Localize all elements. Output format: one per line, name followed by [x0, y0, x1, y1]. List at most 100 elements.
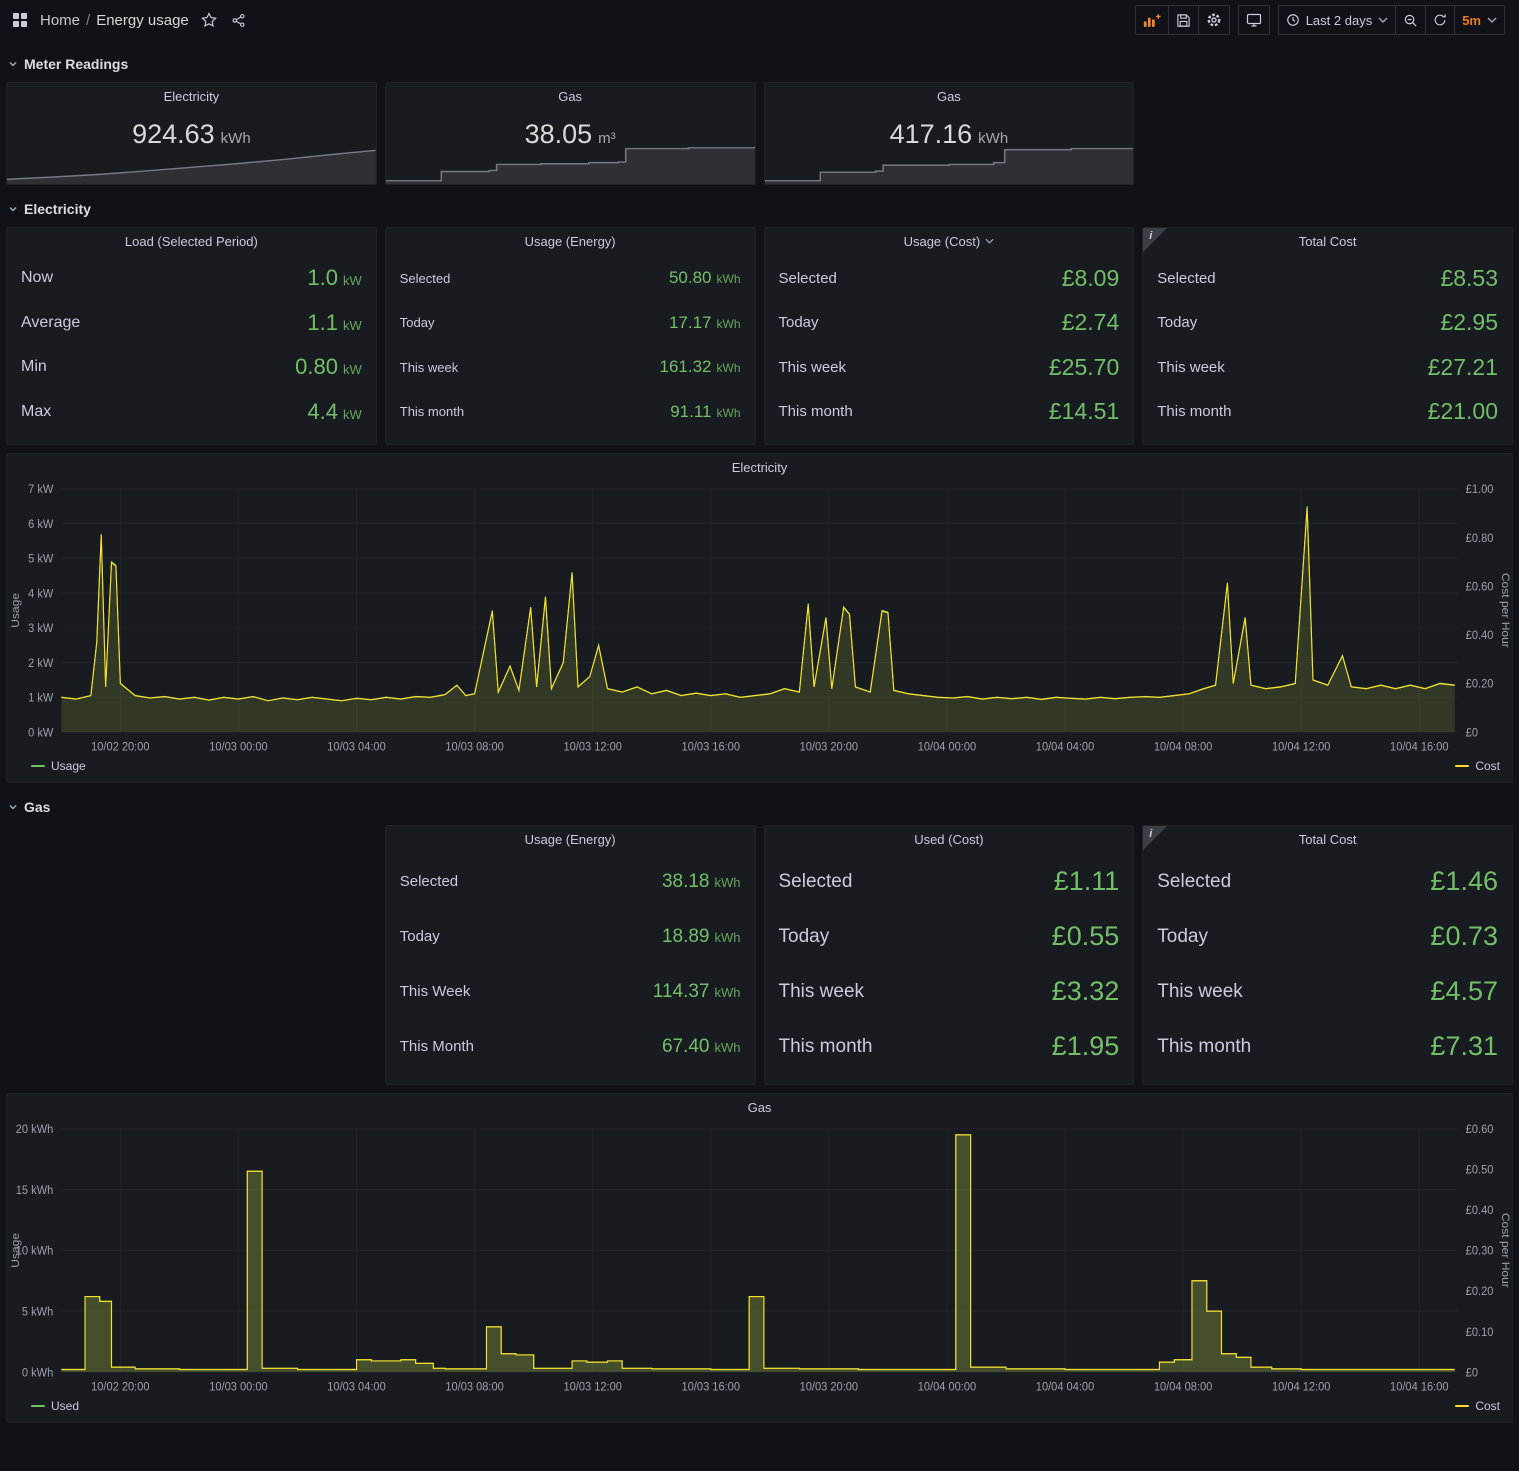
legend-item-cost[interactable]: Cost — [1455, 1399, 1500, 1413]
legend-item-used[interactable]: Used — [31, 1399, 79, 1413]
panel-title[interactable]: Gas — [7, 1094, 1512, 1120]
meter-number: 924.63 — [132, 119, 215, 149]
svg-text:£0.10: £0.10 — [1466, 1326, 1494, 1338]
panel-info-corner[interactable] — [1143, 826, 1167, 850]
stat-row: Average 1.1kW — [21, 310, 362, 336]
svg-text:10/04 04:00: 10/04 04:00 — [1036, 741, 1094, 753]
panel-title[interactable]: Used (Cost) — [765, 826, 1134, 852]
svg-text:10/04 04:00: 10/04 04:00 — [1036, 1381, 1094, 1393]
svg-text:£0.30: £0.30 — [1466, 1245, 1494, 1257]
refresh-interval-picker[interactable]: 5m — [1454, 5, 1505, 35]
add-panel-button[interactable] — [1135, 5, 1169, 35]
svg-text:10/03 08:00: 10/03 08:00 — [445, 741, 503, 753]
stat-label: Max — [21, 403, 51, 421]
svg-text:10/03 12:00: 10/03 12:00 — [563, 741, 621, 753]
panel-title[interactable]: Usage (Energy) — [386, 826, 755, 852]
stat-row: Selected £8.09 — [779, 265, 1120, 292]
stat-row: This week £4.57 — [1157, 976, 1498, 1007]
share-icon[interactable] — [229, 11, 248, 30]
breadcrumb-home[interactable]: Home — [40, 12, 80, 29]
electricity-timeseries-chart[interactable]: 0 kW1 kW2 kW3 kW4 kW5 kW6 kW7 kW£0£0.20£… — [7, 480, 1512, 756]
panel-title[interactable]: Load (Selected Period) — [7, 228, 376, 254]
panel-title[interactable]: Total Cost — [1143, 826, 1512, 852]
svg-text:10/03 00:00: 10/03 00:00 — [209, 1381, 267, 1393]
panel-title[interactable]: Usage (Cost) — [765, 228, 1134, 254]
panel-title[interactable]: Usage (Energy) — [386, 228, 755, 254]
zoom-out-button[interactable] — [1395, 5, 1426, 35]
legend-color-swatch — [1455, 1405, 1469, 1407]
panel-info-corner[interactable] — [1143, 228, 1167, 252]
svg-text:10/03 16:00: 10/03 16:00 — [682, 741, 740, 753]
svg-text:10/03 04:00: 10/03 04:00 — [327, 1381, 385, 1393]
gas-timeseries-chart[interactable]: 0 kWh5 kWh10 kWh15 kWh20 kWh£0£0.10£0.20… — [7, 1120, 1512, 1396]
stat-label: Selected — [779, 871, 853, 893]
chevron-down-icon — [1378, 17, 1388, 23]
panel-title[interactable]: Electricity — [7, 454, 1512, 480]
chevron-down-icon — [8, 59, 18, 69]
panel-title[interactable]: Electricity — [7, 83, 376, 109]
meter-value: 38.05 m³ — [386, 119, 755, 150]
stat-value: £7.31 — [1430, 1031, 1498, 1062]
stat-row: Selected 50.80kWh — [400, 268, 741, 288]
stat-label: Selected — [1157, 270, 1215, 287]
stat-value: £0.55 — [1052, 921, 1120, 952]
panel-electricity-usage-energy: Usage (Energy) Selected 50.80kWh Today 1… — [385, 227, 756, 445]
panel-title[interactable]: Total Cost — [1143, 228, 1512, 254]
tv-mode-button[interactable] — [1238, 5, 1270, 35]
stat-row: Selected £1.11 — [779, 866, 1120, 897]
stat-label: This week — [1157, 359, 1225, 376]
stat-label: This week — [779, 359, 847, 376]
stat-unit: kWh — [715, 875, 741, 890]
legend-label: Used — [51, 1399, 79, 1413]
stat-row: Today £2.95 — [1157, 309, 1498, 336]
star-icon[interactable] — [199, 10, 219, 30]
stat-label: Selected — [400, 873, 458, 890]
stat-row: Min 0.80kW — [21, 354, 362, 380]
save-dashboard-button[interactable] — [1168, 5, 1199, 35]
panel-meter-gas-energy: Gas 417.16kWh — [764, 82, 1135, 185]
legend-color-swatch — [1455, 765, 1469, 767]
stat-label: This Week — [400, 983, 471, 1000]
panel-title[interactable]: Gas — [386, 83, 755, 109]
stat-value: £0.73 — [1430, 921, 1498, 952]
stat-unit: kWh — [717, 361, 741, 375]
chevron-down-icon — [985, 238, 994, 244]
svg-text:10/04 16:00: 10/04 16:00 — [1390, 741, 1448, 753]
row-header-gas[interactable]: Gas — [0, 799, 1519, 815]
row-header-meter-readings[interactable]: Meter Readings — [0, 56, 1519, 72]
svg-text:5 kW: 5 kW — [28, 553, 53, 565]
stat-value: £4.57 — [1430, 976, 1498, 1007]
stat-value: £8.09 — [1062, 265, 1120, 292]
panel-gas-used-cost: Used (Cost) Selected £1.11 Today £0.55 T… — [764, 825, 1135, 1085]
meter-number: 38.05 — [525, 119, 593, 149]
panel-meter-gas-volume: Gas 38.05 m³ — [385, 82, 756, 185]
stat-value: £1.95 — [1052, 1031, 1120, 1062]
legend-item-usage[interactable]: Usage — [31, 759, 86, 773]
svg-text:10/02 20:00: 10/02 20:00 — [91, 741, 149, 753]
stat-row: Now 1.0kW — [21, 265, 362, 291]
row-header-electricity[interactable]: Electricity — [0, 201, 1519, 217]
stat-row: This week £27.21 — [1157, 354, 1498, 381]
legend-color-swatch — [31, 1405, 45, 1407]
stat-label: This week — [779, 981, 865, 1003]
svg-text:£1.00: £1.00 — [1466, 484, 1494, 496]
apps-grid-icon[interactable] — [10, 10, 30, 30]
row-title: Gas — [24, 799, 50, 815]
chevron-down-icon — [8, 204, 18, 214]
stat-value: £3.32 — [1052, 976, 1120, 1007]
panel-title[interactable]: Gas — [765, 83, 1134, 109]
refresh-button[interactable] — [1425, 5, 1455, 35]
time-range-picker[interactable]: Last 2 days — [1278, 5, 1397, 35]
svg-text:10/04 08:00: 10/04 08:00 — [1154, 1381, 1212, 1393]
stat-label: Average — [21, 314, 80, 332]
stat-value: 50.80 — [669, 268, 712, 288]
meter-unit: m³ — [598, 130, 616, 147]
stat-row: This week £3.32 — [779, 976, 1120, 1007]
breadcrumb-page: Energy usage — [96, 12, 189, 29]
legend-item-cost[interactable]: Cost — [1455, 759, 1500, 773]
svg-text:10/03 16:00: 10/03 16:00 — [682, 1381, 740, 1393]
svg-text:10/02 20:00: 10/02 20:00 — [91, 1381, 149, 1393]
dashboard-settings-button[interactable] — [1198, 5, 1230, 35]
stat-label: Today — [779, 926, 830, 948]
stat-value: 1.1 — [307, 310, 338, 336]
